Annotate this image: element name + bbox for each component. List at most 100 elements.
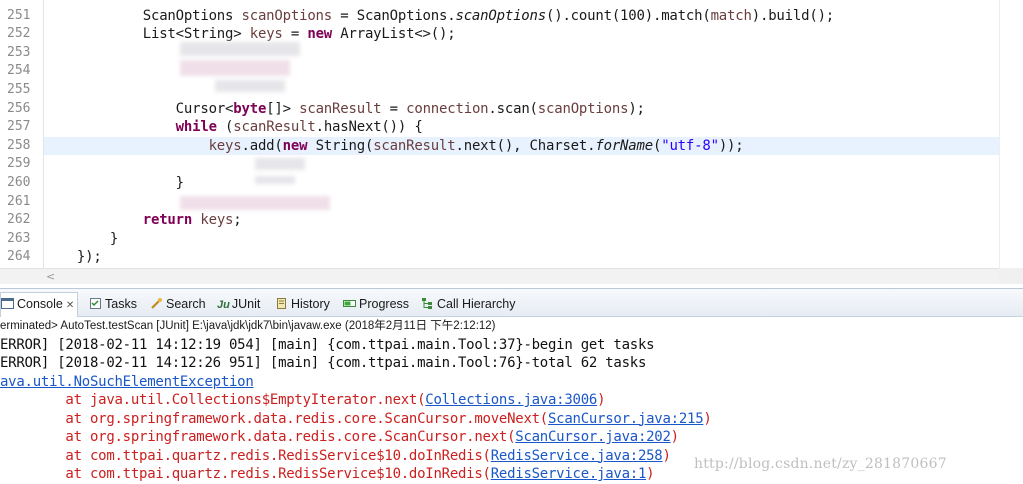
code-token: } bbox=[109, 230, 119, 247]
code-token: ); bbox=[628, 100, 645, 117]
console-line: ava.util.NoSuchElementException bbox=[0, 373, 254, 392]
code-line[interactable]: while (scanResult.hasNext()) { bbox=[44, 118, 999, 137]
code-token: = bbox=[282, 26, 308, 43]
code-line[interactable]: } bbox=[44, 174, 999, 193]
console-text: ) bbox=[646, 466, 655, 482]
code-token: )); bbox=[718, 137, 744, 154]
console-line: ERROR] [2018-02-11 14:12:26 951] [main] … bbox=[0, 354, 646, 373]
code-token: keys bbox=[249, 26, 283, 43]
tab-label: Call Hierarchy bbox=[437, 297, 516, 311]
tab-history[interactable]: History bbox=[275, 295, 330, 313]
code-line[interactable]: return keys; bbox=[44, 211, 999, 230]
console-icon bbox=[1, 295, 14, 309]
line-number: 262 bbox=[7, 212, 31, 228]
horizontal-scrollbar[interactable]: < bbox=[0, 268, 999, 284]
code-token: ( bbox=[216, 119, 234, 136]
line-number: 261 bbox=[7, 193, 31, 209]
code-token: .next(), Charset. bbox=[455, 137, 596, 154]
stack-trace-link[interactable]: RedisService.java:258 bbox=[491, 448, 663, 464]
code-token: keys bbox=[200, 212, 234, 229]
launch-status: erminated> AutoTest.testScan [JUnit] E:\… bbox=[0, 320, 496, 332]
progress-icon bbox=[343, 297, 356, 310]
code-token: keys bbox=[208, 137, 242, 154]
code-token: } bbox=[175, 174, 184, 191]
blurred-region bbox=[255, 158, 305, 170]
console-line: at org.springframework.data.redis.core.S… bbox=[0, 410, 711, 429]
watermark: http://blog.csdn.net/zy_281870667 bbox=[694, 456, 947, 472]
blurred-region bbox=[255, 176, 295, 184]
stack-trace-link[interactable]: ava.util.NoSuchElementException bbox=[0, 374, 254, 390]
tab-junit[interactable]: Ju JUnit bbox=[217, 295, 260, 313]
line-number: 253 bbox=[7, 44, 31, 60]
tab-label: Tasks bbox=[105, 297, 137, 311]
code-line[interactable]: }); bbox=[44, 248, 999, 267]
close-icon[interactable]: ✕ bbox=[66, 300, 74, 311]
tab-progress[interactable]: Progress bbox=[343, 295, 409, 313]
console-view: Console ✕ Tasks Search Ju JUnit History Progres… bbox=[0, 288, 1023, 484]
tab-label: Console bbox=[17, 297, 63, 311]
code-token: ; bbox=[233, 212, 242, 229]
code-line[interactable] bbox=[44, 155, 999, 174]
tab-tasks[interactable]: Tasks bbox=[89, 295, 137, 313]
console-text: at java.util.Collections$EmptyIterator.n… bbox=[0, 392, 426, 408]
stack-trace-link[interactable]: ScanCursor.java:202 bbox=[515, 429, 671, 445]
line-number: 255 bbox=[7, 81, 31, 97]
stack-trace-link[interactable]: RedisService.java:1 bbox=[491, 466, 647, 482]
code-token: List<String> bbox=[142, 26, 250, 43]
code-token: scanResult bbox=[233, 119, 316, 136]
code-token: }); bbox=[76, 249, 102, 266]
scrollbar-corner bbox=[999, 268, 1023, 284]
console-text: at com.ttpai.quartz.redis.RedisService$1… bbox=[0, 466, 491, 482]
call-hierarchy-icon bbox=[421, 297, 434, 310]
search-icon bbox=[150, 297, 163, 310]
code-token: byte bbox=[233, 100, 267, 117]
console-text: at org.springframework.data.redis.core.S… bbox=[0, 429, 516, 445]
code-line[interactable]: } bbox=[44, 230, 999, 249]
blurred-region bbox=[180, 60, 290, 76]
line-number: 264 bbox=[7, 249, 31, 265]
code-token: new bbox=[282, 137, 308, 154]
code-token: new bbox=[307, 26, 333, 43]
tab-label: History bbox=[291, 297, 330, 311]
code-token: scanOptions bbox=[455, 7, 546, 24]
tasks-icon bbox=[89, 297, 102, 310]
scroll-left-arrow-icon[interactable]: < bbox=[46, 269, 55, 284]
code-token: = bbox=[381, 100, 407, 117]
code-token: .scan( bbox=[488, 100, 538, 117]
line-number: 256 bbox=[7, 100, 31, 116]
console-text: at org.springframework.data.redis.core.S… bbox=[0, 410, 548, 427]
code-token: forName bbox=[595, 137, 653, 154]
code-token: .hasNext()) { bbox=[315, 119, 423, 136]
blurred-region bbox=[215, 80, 285, 92]
console-line: at com.ttpai.quartz.redis.RedisService$1… bbox=[0, 465, 654, 484]
tab-label: JUnit bbox=[231, 297, 261, 311]
code-line[interactable]: Cursor<byte[]> scanResult = connection.s… bbox=[44, 100, 999, 119]
tab-search[interactable]: Search bbox=[150, 295, 206, 313]
console-text: at com.ttpai.quartz.redis.RedisService$1… bbox=[0, 447, 491, 464]
code-line[interactable]: List<String> keys = new ArrayList<>(); bbox=[44, 25, 999, 44]
stack-trace-link[interactable]: ScanCursor.java:215 bbox=[548, 411, 704, 427]
line-number: 258 bbox=[7, 137, 31, 153]
code-line[interactable] bbox=[44, 81, 999, 100]
code-token: scanOptions bbox=[241, 7, 333, 24]
line-number: 251 bbox=[7, 7, 31, 23]
stack-trace-link[interactable]: Collections.java:3006 bbox=[425, 392, 597, 408]
vertical-scrollbar[interactable] bbox=[999, 0, 1023, 268]
tab-console[interactable]: Console ✕ bbox=[0, 292, 79, 317]
code-line[interactable]: ScanOptions scanOptions = ScanOptions.sc… bbox=[44, 7, 999, 26]
code-token: while bbox=[175, 119, 217, 136]
line-number: 259 bbox=[7, 156, 31, 172]
code-token: scanResult bbox=[373, 137, 456, 154]
code-token: ().count(100).match( bbox=[546, 7, 711, 24]
tab-label: Search bbox=[166, 297, 206, 311]
line-number: 257 bbox=[7, 119, 31, 135]
code-token: ( bbox=[652, 137, 662, 154]
blurred-region bbox=[180, 196, 330, 210]
code-editor[interactable]: 251 252 253 254 255 256 257 258 259 260 261 262 263 2… bbox=[0, 0, 1023, 288]
line-number: 263 bbox=[7, 230, 31, 246]
tab-call-hierarchy[interactable]: Call Hierarchy bbox=[421, 295, 516, 313]
code-token: = ScanOptions. bbox=[332, 7, 456, 24]
code-line[interactable]: keys.add(new String(scanResult.next(), C… bbox=[44, 136, 999, 156]
console-line: at com.ttpai.quartz.redis.RedisService$1… bbox=[0, 447, 671, 466]
console-text: ) bbox=[670, 429, 679, 445]
